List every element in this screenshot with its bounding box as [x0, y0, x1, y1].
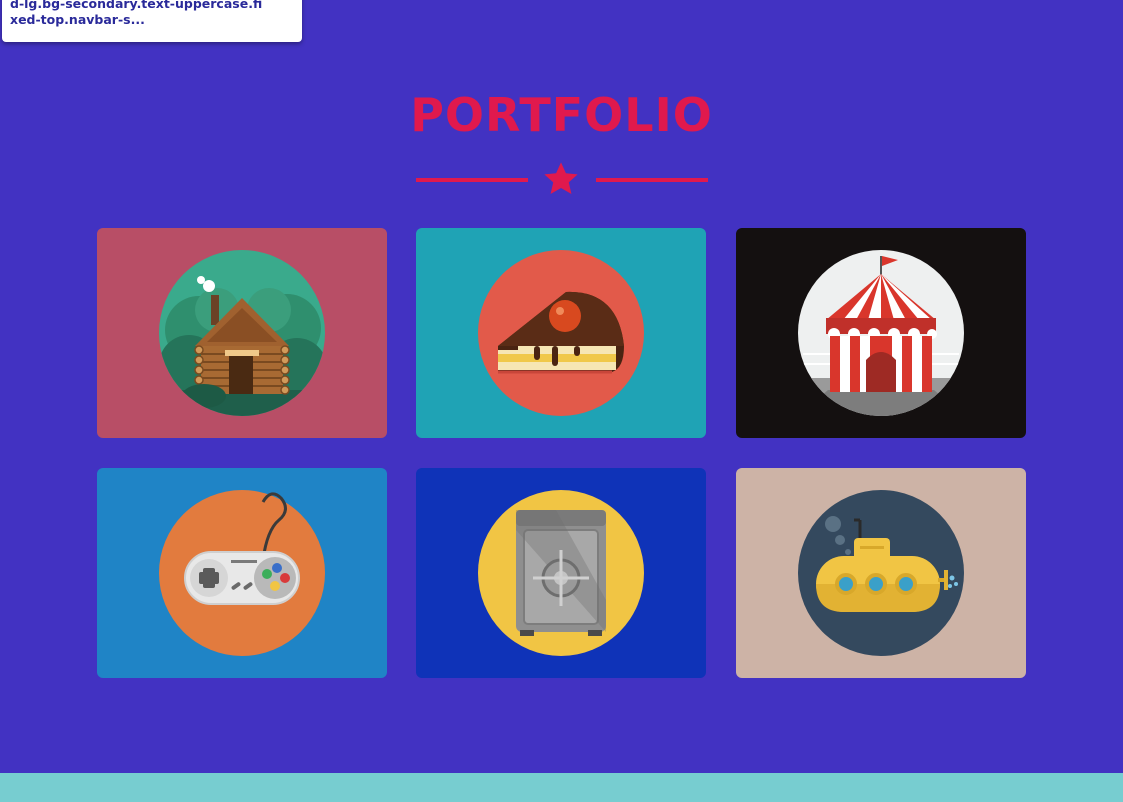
cabin-icon [159, 250, 325, 416]
tooltip: d-lg.bg-secondary.text-uppercase.fi xed-… [2, 0, 302, 42]
portfolio-item-cabin[interactable] [97, 228, 387, 438]
footer-bar [0, 773, 1123, 802]
section-divider [416, 160, 708, 200]
cake-icon [478, 250, 644, 416]
portfolio-item-safe[interactable] [416, 468, 706, 678]
portfolio-title: PORTFOLIO [410, 88, 713, 142]
portfolio-item-cake[interactable] [416, 228, 706, 438]
star-icon [544, 162, 578, 195]
safe-icon [478, 490, 644, 656]
divider-line-right [596, 178, 708, 182]
divider-line-left [416, 178, 528, 182]
portfolio-item-submarine[interactable] [736, 468, 1026, 678]
portfolio-item-circus-tent[interactable] [736, 228, 1026, 438]
tooltip-line-2: xed-top.navbar-s... [10, 12, 145, 27]
game-controller-icon [159, 490, 325, 656]
tooltip-line-1: d-lg.bg-secondary.text-uppercase.fi [10, 0, 263, 11]
submarine-icon [798, 490, 964, 656]
portfolio-item-game-controller[interactable] [97, 468, 387, 678]
circus-tent-icon [798, 250, 964, 416]
